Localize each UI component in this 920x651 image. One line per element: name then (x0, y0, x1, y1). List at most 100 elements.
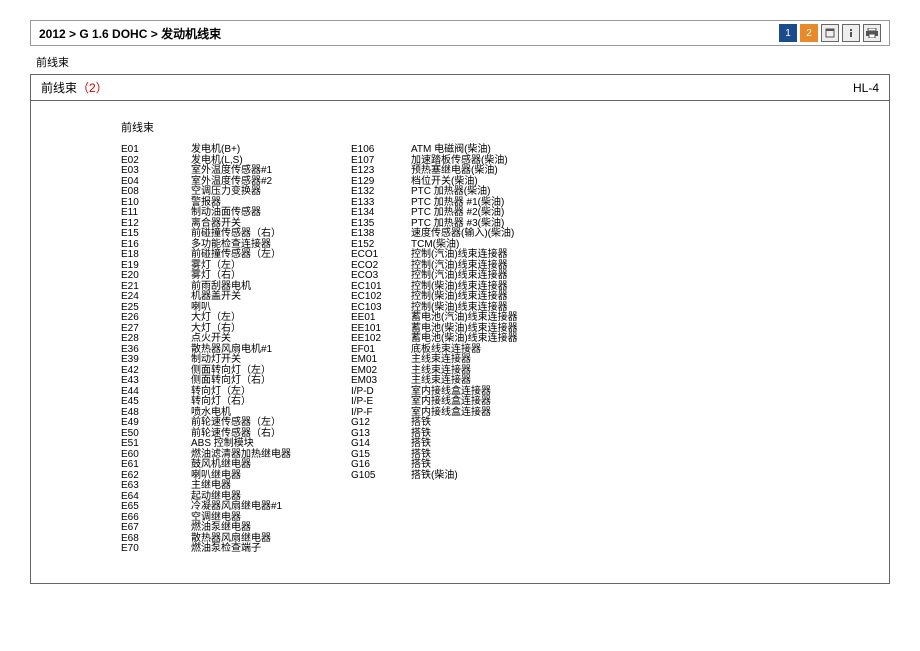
columns: E01发电机(B+)E02发电机(L,S)E03室外温度传感器#1E04室外温度… (121, 145, 799, 555)
row-code: E67 (121, 523, 191, 534)
row-desc: 速度传感器(输入)(柴油) (411, 229, 514, 240)
page-2-button[interactable]: 2 (800, 24, 818, 42)
print-icon[interactable] (863, 24, 881, 42)
table-row: E61鼓风机继电器 (121, 460, 291, 471)
section-label: 前线束 (30, 54, 890, 70)
row-desc: 室内接线盒连接器 (411, 397, 491, 408)
row-desc: ATM 电磁阀(柴油) (411, 145, 491, 156)
table-row: G13搭铁 (351, 429, 518, 440)
title-text: 前线束 (41, 81, 77, 95)
table-row: E134PTC 加热器 #2(柴油) (351, 208, 518, 219)
row-desc: 冷凝器风扇继电器#1 (191, 502, 282, 513)
row-code: E70 (121, 544, 191, 555)
table-row: G14搭铁 (351, 439, 518, 450)
table-row: G16搭铁 (351, 460, 518, 471)
table-row: E63主继电器 (121, 481, 291, 492)
row-code: E24 (121, 292, 191, 303)
row-desc: 燃油泵检查端子 (191, 544, 261, 555)
row-desc: 室外温度传感器#1 (191, 166, 272, 177)
row-desc: 前轮速传感器（左） (191, 418, 281, 429)
row-code: E132 (351, 187, 411, 198)
table-row: E01发电机(B+) (121, 145, 291, 156)
row-code: E28 (121, 334, 191, 345)
row-desc: 发电机(B+) (191, 145, 240, 156)
row-desc: 侧面转向灯（右） (191, 376, 271, 387)
table-row: E132PTC 加热器(柴油) (351, 187, 518, 198)
toolbar: 1 2 (779, 24, 881, 42)
row-desc: 鼓风机继电器 (191, 460, 251, 471)
row-code: E65 (121, 502, 191, 513)
row-desc: 主线束连接器 (411, 376, 471, 387)
left-column: E01发电机(B+)E02发电机(L,S)E03室外温度传感器#1E04室外温度… (121, 145, 291, 555)
row-code: EE01 (351, 313, 411, 324)
row-desc: 空调压力变换器 (191, 187, 261, 198)
document-code: HL-4 (853, 81, 879, 95)
document-body: 前线束 E01发电机(B+)E02发电机(L,S)E03室外温度传感器#1E04… (31, 101, 889, 583)
row-code: E08 (121, 187, 191, 198)
row-code: E20 (121, 271, 191, 282)
row-desc: 蓄电池(汽油)线束连接器 (411, 313, 518, 324)
table-row: E28点火开关 (121, 334, 291, 345)
row-code: G105 (351, 471, 411, 482)
info-icon[interactable] (842, 24, 860, 42)
row-code: E123 (351, 166, 411, 177)
table-row: EE102蓄电池(柴油)线束连接器 (351, 334, 518, 345)
row-desc: 雾灯（右） (191, 271, 241, 282)
row-code: EE102 (351, 334, 411, 345)
document-title: 前线束（2） (41, 79, 108, 96)
table-row: E70燃油泵检查端子 (121, 544, 291, 555)
table-row: E51ABS 控制模块 (121, 439, 291, 450)
row-code: G16 (351, 460, 411, 471)
table-row: I/P-F室内接线盒连接器 (351, 408, 518, 419)
table-row: EC102控制(柴油)线束连接器 (351, 292, 518, 303)
row-code: E01 (121, 145, 191, 156)
table-row: E26大灯（左） (121, 313, 291, 324)
row-desc: 搭铁(柴油) (411, 471, 458, 482)
row-desc: 搭铁 (411, 460, 431, 471)
row-code: E134 (351, 208, 411, 219)
document-frame: 前线束（2） HL-4 前线束 E01发电机(B+)E02发电机(L,S)E03… (30, 74, 890, 584)
row-desc: PTC 加热器(柴油) (411, 187, 490, 198)
table-row: EM03主线束连接器 (351, 376, 518, 387)
row-desc: 前碰撞传感器（右） (191, 229, 281, 240)
table-row: E11制动油面传感器 (121, 208, 291, 219)
row-desc: 制动灯开关 (191, 355, 241, 366)
body-heading: 前线束 (121, 119, 799, 135)
table-row: E20雾灯（右） (121, 271, 291, 282)
table-row: E67燃油泵继电器 (121, 523, 291, 534)
row-code: E61 (121, 460, 191, 471)
row-code: ECO1 (351, 250, 411, 261)
title-number: （2） (77, 81, 108, 95)
table-row: E65冷凝器风扇继电器#1 (121, 502, 291, 513)
table-row: G15搭铁 (351, 450, 518, 461)
table-row: EE01蓄电池(汽油)线束连接器 (351, 313, 518, 324)
row-desc: ABS 控制模块 (191, 439, 254, 450)
table-row: G12搭铁 (351, 418, 518, 429)
row-desc: 控制(柴油)线束连接器 (411, 292, 508, 303)
table-row: E43侧面转向灯（右） (121, 376, 291, 387)
row-code: G12 (351, 418, 411, 429)
table-row: G105搭铁(柴油) (351, 471, 518, 482)
table-row: E24机器盖开关 (121, 292, 291, 303)
table-row: E138速度传感器(输入)(柴油) (351, 229, 518, 240)
row-code: EC102 (351, 292, 411, 303)
right-column: E106ATM 电磁阀(柴油)E107加速踏板传感器(柴油)E123预热塞继电器… (351, 145, 518, 555)
row-code: E43 (121, 376, 191, 387)
table-row: ECO3控制(汽油)线束连接器 (351, 271, 518, 282)
row-desc: 控制(汽油)线束连接器 (411, 250, 508, 261)
row-code: E49 (121, 418, 191, 429)
table-row: E03室外温度传感器#1 (121, 166, 291, 177)
row-desc: 机器盖开关 (191, 292, 241, 303)
table-row: EM01主线束连接器 (351, 355, 518, 366)
row-code: E18 (121, 250, 191, 261)
page-1-button[interactable]: 1 (779, 24, 797, 42)
row-code: E138 (351, 229, 411, 240)
row-desc: 搭铁 (411, 439, 431, 450)
row-code: E26 (121, 313, 191, 324)
row-code: E39 (121, 355, 191, 366)
table-row: E45转向灯（右） (121, 397, 291, 408)
row-code: EM03 (351, 376, 411, 387)
window-icon[interactable] (821, 24, 839, 42)
row-code: E51 (121, 439, 191, 450)
header-bar: 2012 > G 1.6 DOHC > 发动机线束 1 2 (30, 20, 890, 46)
